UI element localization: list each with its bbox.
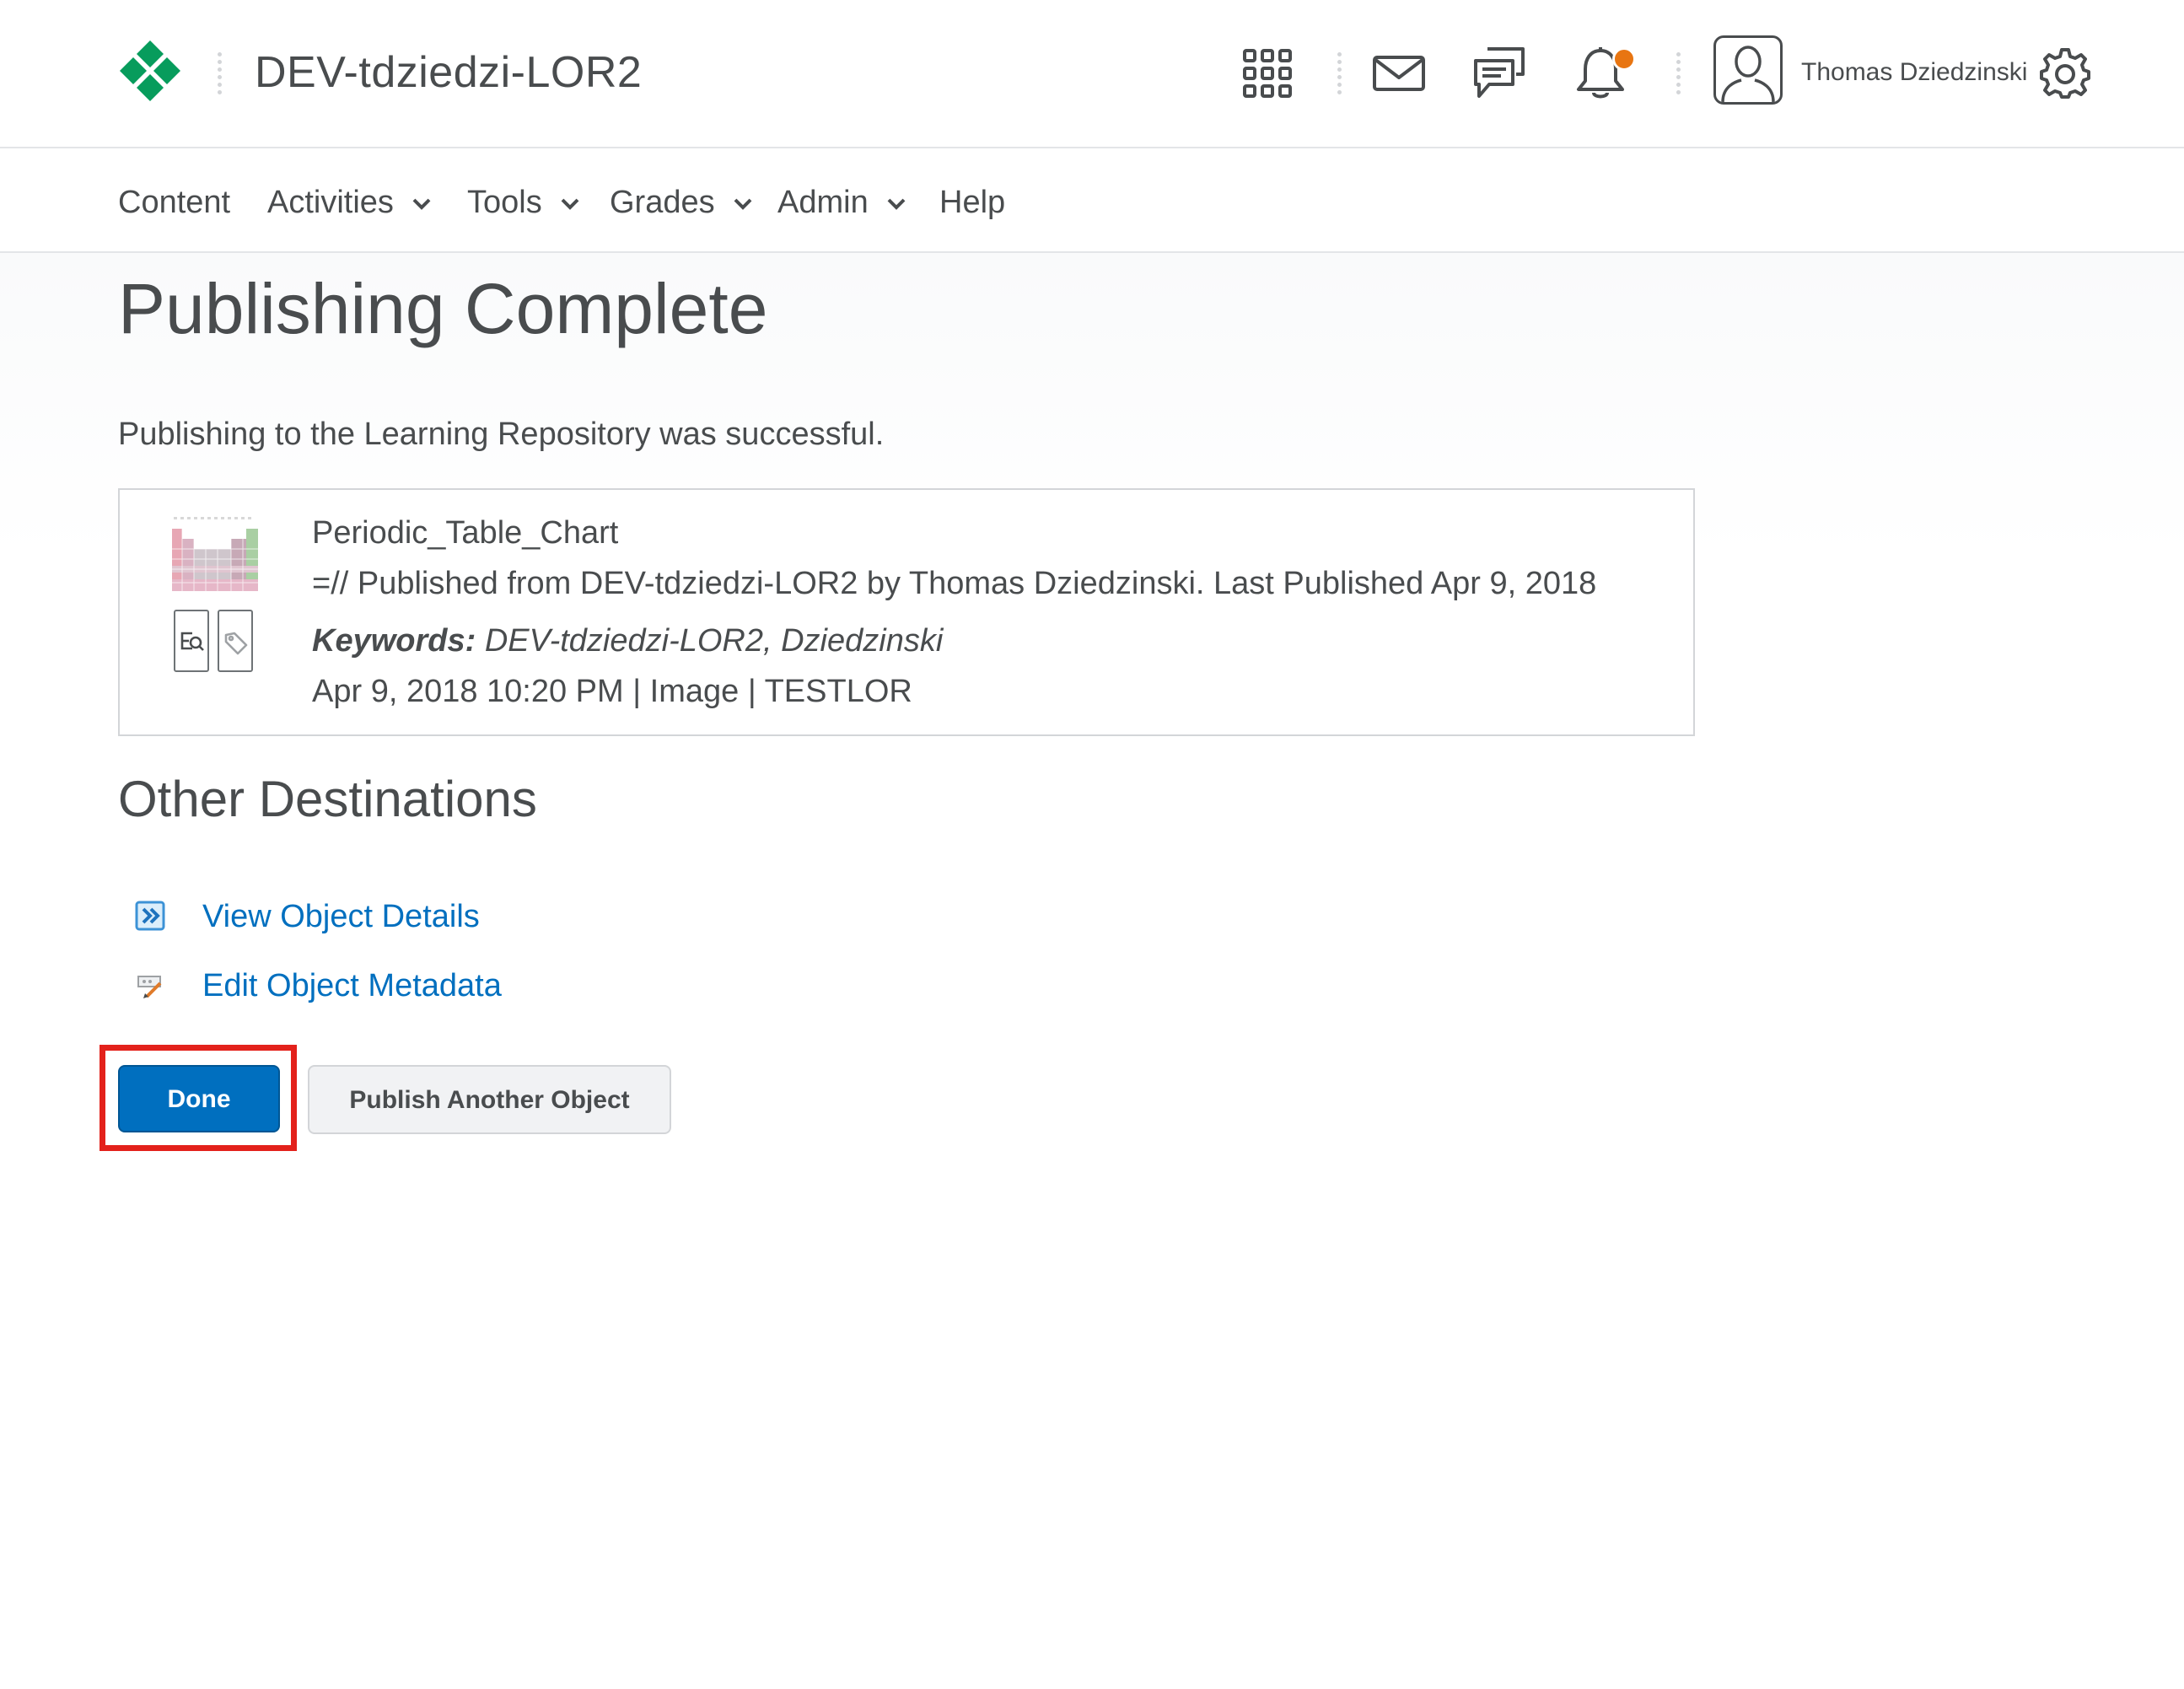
section-title-other-destinations: Other Destinations [118,771,537,827]
done-button[interactable]: Done [118,1065,280,1132]
preview-icon [180,632,204,651]
chevron-down-icon [887,198,906,210]
nav-item-label: Content [118,185,231,220]
published-object-card: Periodic_Table_Chart =// Published from … [118,488,1695,736]
nav-item-grades[interactable]: Grades [610,182,752,223]
nav-item-label: Admin [777,185,869,220]
publish-another-object-button[interactable]: Publish Another Object [308,1065,671,1134]
nav-item-content[interactable]: Content [118,182,230,223]
nav-item-help[interactable]: Help [939,182,1005,223]
header-divider [218,52,222,94]
tag-icon [224,632,248,655]
edit-metadata-icon[interactable] [135,970,165,1000]
keywords-values: DEV-tdziedzi-LOR2, Dziedzinski [484,623,944,659]
object-keywords: Keywords: DEV-tdziedzi-LOR2, Dziedzinski [312,620,943,662]
view-object-details-link[interactable]: View Object Details [202,896,480,938]
nav-item-label: Grades [610,185,715,220]
top-header: DEV-tdziedzi-LOR2 Thomas Dziedzinski [0,0,2184,148]
tag-button[interactable] [218,610,253,672]
preview-button[interactable] [174,610,209,672]
notification-badge [1612,47,1636,71]
nav-item-label: Help [939,185,1006,220]
message-icon[interactable] [1373,56,1425,91]
keywords-label: Keywords: [312,623,476,659]
chevron-down-icon [413,198,431,210]
user-name[interactable]: Thomas Dziedzinski [1801,56,2027,89]
nav-item-tools[interactable]: Tools [467,182,579,223]
chevron-down-icon [561,198,579,210]
gear-icon[interactable] [2039,47,2091,100]
waffle-icon[interactable] [1243,49,1292,98]
avatar[interactable] [1713,35,1783,105]
object-name: Periodic_Table_Chart [312,515,619,551]
nav-item-admin[interactable]: Admin [777,182,906,223]
header-divider [1676,52,1681,94]
nav-item-label: Tools [467,185,542,220]
view-details-icon[interactable] [135,901,165,931]
nav-item-activities[interactable]: Activities [267,182,431,223]
object-description: =// Published from DEV-tdziedzi-LOR2 by … [312,566,1597,601]
object-thumbnail[interactable] [172,515,258,598]
success-message: Publishing to the Learning Repository wa… [118,417,885,452]
object-meta: Apr 9, 2018 10:20 PM | Image | TESTLOR [312,674,912,709]
page-title: Publishing Complete [118,269,768,348]
chevron-down-icon [734,198,752,210]
user-icon [1721,46,1775,102]
nav-item-label: Activities [267,185,394,220]
chat-icon[interactable] [1472,47,1526,100]
org-logo-icon[interactable] [118,39,182,103]
header-divider [1337,52,1342,94]
course-navbar: Content Activities Tools Grades Admin He… [0,148,2184,253]
edit-object-metadata-link[interactable]: Edit Object Metadata [202,965,502,1007]
org-title[interactable]: DEV-tdziedzi-LOR2 [255,42,642,103]
